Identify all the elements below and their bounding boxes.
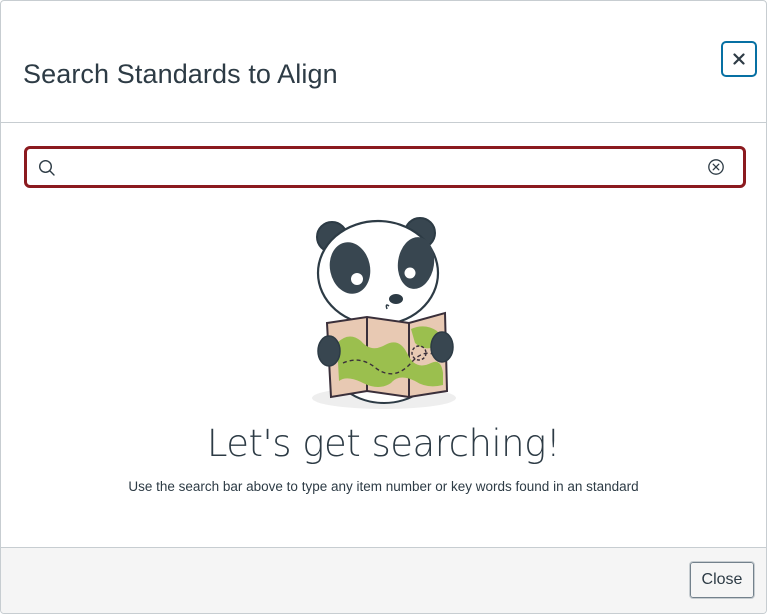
search-standards-dialog: Search Standards to Align Let's get sear… bbox=[0, 0, 767, 614]
dialog-title: Search Standards to Align bbox=[23, 59, 338, 89]
close-icon bbox=[733, 53, 745, 65]
search-icon bbox=[38, 159, 55, 176]
empty-state-description: Use the search bar above to type any ite… bbox=[128, 479, 639, 494]
search-field[interactable] bbox=[24, 146, 746, 188]
panda-with-map-illustration bbox=[312, 217, 456, 409]
close-button[interactable]: Close bbox=[689, 561, 755, 599]
empty-state-headline: Let's get searching! bbox=[206, 422, 561, 465]
clear-search-icon[interactable] bbox=[707, 158, 725, 176]
dialog-header: Search Standards to Align bbox=[1, 1, 766, 123]
search-input[interactable] bbox=[65, 153, 699, 183]
close-dialog-button[interactable] bbox=[721, 41, 757, 77]
dialog-footer: Close bbox=[1, 547, 766, 613]
